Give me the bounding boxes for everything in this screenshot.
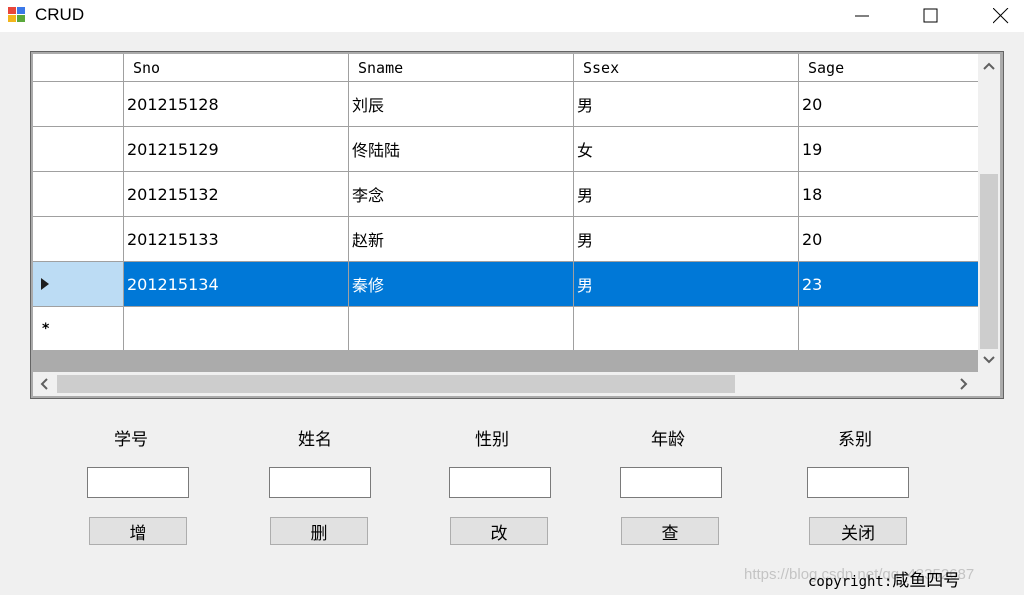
cell-sname[interactable]: 秦修 [349, 262, 574, 307]
cell-ssex[interactable]: 男 [574, 172, 799, 217]
sdept-input[interactable] [807, 467, 909, 498]
delete-button[interactable]: 删 [270, 517, 368, 545]
grid-body: Sno Sname Ssex Sage 201215128 刘辰 男 20 20… [33, 54, 978, 350]
cell-sname[interactable]: 佟陆陆 [349, 127, 574, 172]
scrollbar-corner [978, 372, 1000, 396]
column-header-sage[interactable]: Sage [799, 54, 978, 82]
sname-input[interactable] [269, 467, 371, 498]
cell-ssex[interactable] [574, 307, 799, 350]
table-row[interactable]: 201215128 刘辰 男 20 [33, 82, 978, 127]
cell-sno[interactable]: 201215134 [124, 262, 349, 307]
cell-sno[interactable]: 201215128 [124, 82, 349, 127]
cell-sname[interactable]: 刘辰 [349, 82, 574, 127]
column-header-sname[interactable]: Sname [349, 54, 574, 82]
cell-sage[interactable]: 18 [799, 172, 978, 217]
sage-input[interactable] [620, 467, 722, 498]
column-header-row: Sno Sname Ssex Sage [33, 54, 978, 82]
cell-sname[interactable] [349, 307, 574, 350]
close-icon [993, 8, 1009, 24]
scroll-left-icon[interactable] [38, 378, 50, 390]
cell-sname[interactable]: 赵新 [349, 217, 574, 262]
cell-sage[interactable]: 23 [799, 262, 978, 307]
row-header[interactable]: * [33, 307, 124, 350]
row-header[interactable] [33, 127, 124, 172]
scroll-up-icon[interactable] [983, 60, 995, 72]
cell-ssex[interactable]: 女 [574, 127, 799, 172]
cell-sage[interactable] [799, 307, 978, 350]
scroll-right-icon[interactable] [958, 378, 970, 390]
sno-input[interactable] [87, 467, 189, 498]
new-row[interactable]: * [33, 307, 978, 350]
row-header[interactable] [33, 172, 124, 217]
vertical-scrollbar[interactable] [978, 54, 1000, 372]
minimize-button[interactable] [840, 0, 886, 32]
table-row-selected[interactable]: 201215134 秦修 男 23 [33, 262, 978, 307]
label-sdept: 系别 [838, 430, 872, 450]
title-bar: CRUD [0, 0, 1024, 32]
row-header[interactable] [33, 262, 124, 307]
query-button[interactable]: 查 [621, 517, 719, 545]
app-icon [8, 7, 26, 23]
maximize-icon [923, 8, 938, 23]
cell-ssex[interactable]: 男 [574, 217, 799, 262]
cell-sage[interactable]: 20 [799, 82, 978, 127]
cell-sno[interactable]: 201215132 [124, 172, 349, 217]
copyright-label: copyright:咸鱼四号 [808, 566, 960, 591]
label-sno: 学号 [114, 430, 148, 450]
cell-sno[interactable]: 201215133 [124, 217, 349, 262]
close-button[interactable]: 关闭 [809, 517, 907, 545]
cell-sname[interactable]: 李念 [349, 172, 574, 217]
copyright-name: 咸鱼四号 [892, 571, 961, 591]
new-row-marker: * [42, 321, 50, 337]
label-ssex: 性别 [475, 430, 509, 450]
horizontal-scrollbar[interactable] [33, 372, 978, 396]
table-row[interactable]: 201215129 佟陆陆 女 19 [33, 127, 978, 172]
table-row[interactable]: 201215133 赵新 男 20 [33, 217, 978, 262]
label-sname: 姓名 [298, 430, 332, 450]
close-window-button[interactable] [978, 0, 1024, 32]
scroll-down-icon[interactable] [983, 354, 995, 366]
cell-ssex[interactable]: 男 [574, 82, 799, 127]
student-data-grid[interactable]: Sno Sname Ssex Sage 201215128 刘辰 男 20 20… [30, 51, 1004, 399]
horizontal-scroll-thumb[interactable] [57, 375, 735, 393]
vertical-scroll-thumb[interactable] [980, 174, 998, 349]
copyright-prefix: copyright: [808, 574, 893, 590]
minimize-icon [855, 15, 869, 17]
row-header[interactable] [33, 217, 124, 262]
cell-sno[interactable]: 201215129 [124, 127, 349, 172]
cell-sage[interactable]: 20 [799, 217, 978, 262]
column-header-sno[interactable]: Sno [124, 54, 349, 82]
table-row[interactable]: 201215132 李念 男 18 [33, 172, 978, 217]
cell-sno[interactable] [124, 307, 349, 350]
column-header-ssex[interactable]: Ssex [574, 54, 799, 82]
label-sage: 年龄 [651, 430, 685, 450]
cell-ssex[interactable]: 男 [574, 262, 799, 307]
window-title: CRUD [35, 5, 85, 24]
corner-header[interactable] [33, 54, 124, 82]
ssex-input[interactable] [449, 467, 551, 498]
row-pointer-icon [41, 278, 49, 290]
maximize-button[interactable] [908, 0, 954, 32]
update-button[interactable]: 改 [450, 517, 548, 545]
row-header[interactable] [33, 82, 124, 127]
cell-sage[interactable]: 19 [799, 127, 978, 172]
add-button[interactable]: 增 [89, 517, 187, 545]
